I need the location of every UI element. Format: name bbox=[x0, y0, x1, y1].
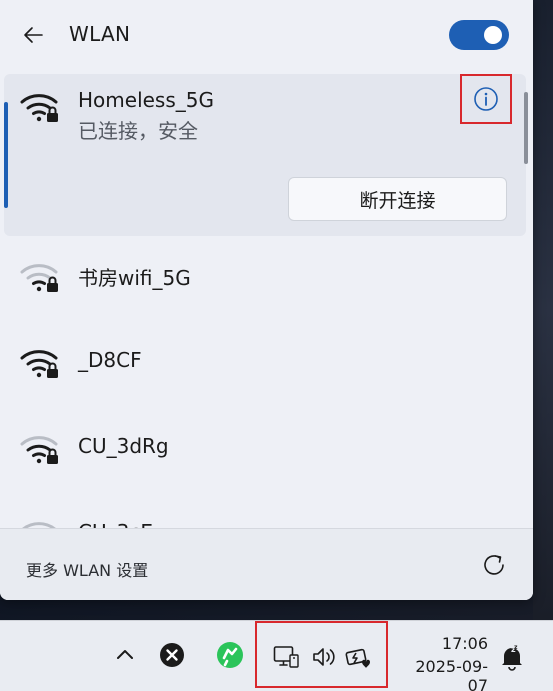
network-name: _D8CF bbox=[78, 348, 142, 372]
chevron-up-icon bbox=[117, 650, 133, 659]
refresh-button[interactable] bbox=[476, 547, 512, 583]
page-title: WLAN bbox=[69, 22, 131, 46]
network-name: Homeless_5G bbox=[78, 88, 214, 112]
wifi-secure-icon bbox=[20, 94, 58, 122]
network-item[interactable]: _D8CF bbox=[4, 322, 526, 408]
wifi-secure-icon bbox=[20, 264, 58, 292]
close-circle-icon bbox=[160, 643, 184, 667]
wifi-toggle[interactable] bbox=[449, 20, 509, 50]
green-app-icon bbox=[217, 642, 243, 668]
show-hidden-icons-button[interactable] bbox=[112, 641, 138, 667]
flyout-header: WLAN bbox=[0, 0, 533, 70]
network-list: Homeless_5G 已连接，安全 断开连接 书房wifi_5G _D8CF … bbox=[0, 70, 533, 528]
tray-app-button[interactable] bbox=[158, 641, 186, 669]
network-status: 已连接，安全 bbox=[78, 119, 198, 143]
arrow-left-icon bbox=[24, 27, 43, 43]
flyout-footer: 更多 WLAN 设置 bbox=[0, 528, 533, 600]
network-properties-button[interactable] bbox=[460, 74, 512, 124]
network-item[interactable]: CU_3cE bbox=[4, 494, 526, 528]
clock-date[interactable]: 2025-09-07 bbox=[396, 657, 488, 691]
network-name: CU_3cE bbox=[78, 520, 153, 528]
more-wlan-settings-link[interactable]: 更多 WLAN 设置 bbox=[26, 557, 148, 581]
scrollbar-thumb[interactable] bbox=[524, 92, 528, 164]
connected-network-item[interactable]: Homeless_5G 已连接，安全 断开连接 bbox=[4, 74, 526, 236]
network-name: 书房wifi_5G bbox=[78, 266, 191, 290]
network-wired-icon bbox=[273, 646, 299, 668]
desktop-wallpaper bbox=[533, 0, 553, 620]
disconnect-button[interactable]: 断开连接 bbox=[288, 177, 507, 221]
bell-snooze-icon: z z bbox=[502, 644, 522, 671]
battery-charging-icon bbox=[345, 648, 370, 668]
wlan-flyout: WLAN Homeless_5G 已连接，安全 断开连接 书房wifi_5G _… bbox=[0, 0, 533, 600]
wifi-secure-icon bbox=[22, 522, 56, 528]
selection-indicator bbox=[4, 102, 8, 208]
back-button[interactable] bbox=[16, 20, 50, 50]
volume-icon bbox=[313, 648, 335, 666]
clock-time[interactable]: 17:06 bbox=[396, 634, 488, 653]
taskbar: 17:06 2025-09-07 z z bbox=[0, 620, 553, 691]
tray-app-button[interactable] bbox=[215, 641, 245, 669]
notification-button[interactable]: z z bbox=[498, 643, 526, 671]
info-icon bbox=[474, 87, 498, 111]
network-name: CU_3dRg bbox=[78, 434, 169, 458]
wifi-secure-icon bbox=[20, 436, 58, 464]
toggle-knob bbox=[484, 26, 502, 44]
svg-text:z: z bbox=[514, 644, 518, 651]
wifi-secure-icon bbox=[20, 350, 58, 378]
network-item[interactable]: 书房wifi_5G bbox=[4, 236, 526, 322]
refresh-icon bbox=[484, 555, 504, 575]
quick-settings-button[interactable] bbox=[255, 621, 388, 688]
network-item[interactable]: CU_3dRg bbox=[4, 408, 526, 494]
